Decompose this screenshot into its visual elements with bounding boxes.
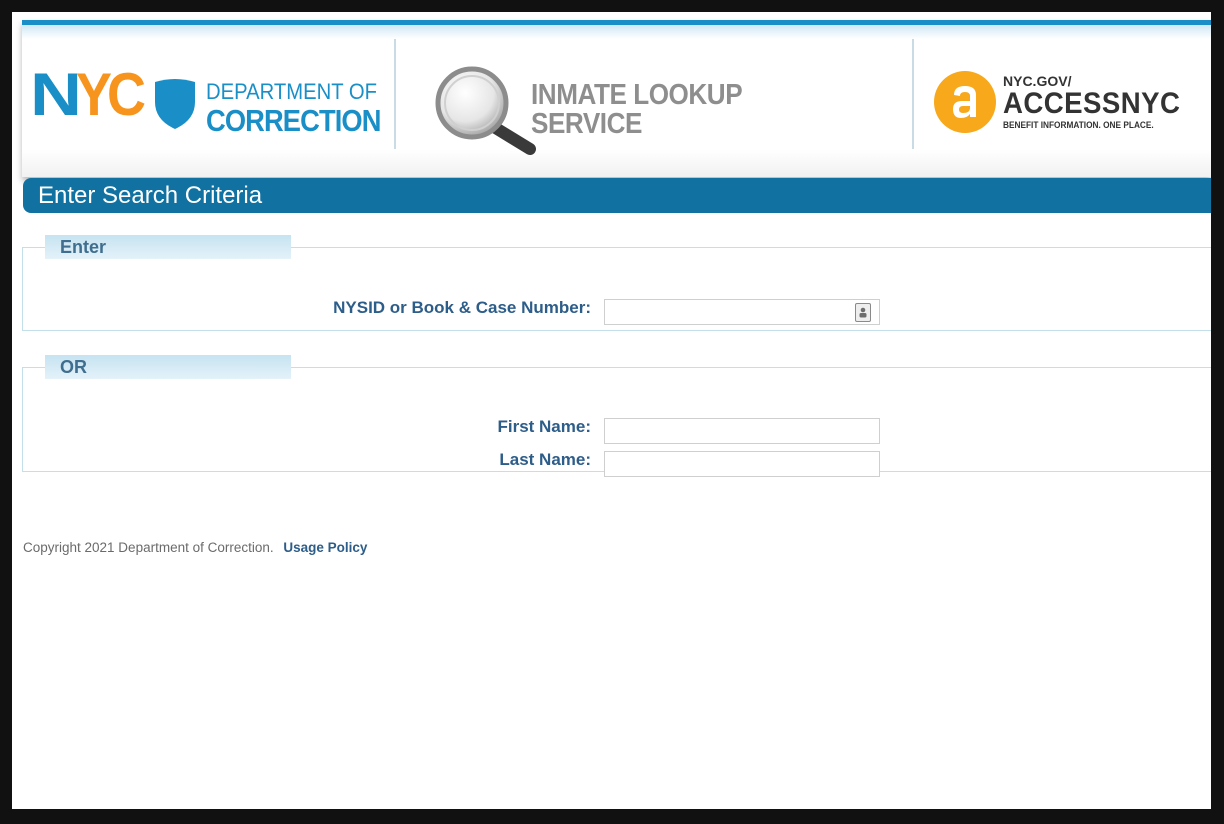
service-line1: INMATE LOOKUP (531, 79, 743, 111)
shield-icon (153, 78, 197, 130)
department-line1: DEPARTMENT OF (206, 79, 377, 104)
nysid-label: NYSID or Book & Case Number: (333, 298, 591, 317)
department-title: DEPARTMENT OF CORRECTION (206, 79, 404, 138)
usage-policy-link[interactable]: Usage Policy (283, 540, 367, 555)
svg-text:N: N (30, 65, 82, 125)
copyright-text: Copyright 2021 Department of Correction. (23, 540, 274, 555)
enter-legend: Enter (45, 235, 291, 259)
access-nyc-icon[interactable] (934, 71, 996, 133)
enter-fieldset: Enter NYSID or Book & Case Number: (22, 235, 1211, 331)
service-line2: SERVICE (531, 108, 642, 140)
access-nyc-line1: NYC.GOV/ (1003, 73, 1072, 89)
last-name-label: Last Name: (499, 450, 591, 469)
access-nyc-line2: ACCESSNYC (1003, 87, 1181, 120)
access-nyc-tagline: BENEFIT INFORMATION. ONE PLACE. (1003, 120, 1154, 130)
browser-page: N Y C DEPARTMENT OF CORRECTION INMATE LO… (12, 12, 1211, 809)
service-title: INMATE LOOKUP SERVICE (531, 81, 766, 139)
site-header: N Y C DEPARTMENT OF CORRECTION INMATE LO… (22, 20, 1211, 177)
first-name-input[interactable] (604, 418, 880, 444)
last-name-input[interactable] (604, 451, 880, 477)
department-line2: CORRECTION (206, 103, 381, 138)
first-name-label: First Name: (497, 417, 591, 436)
magnifier-icon (432, 65, 540, 157)
header-divider (912, 39, 914, 149)
or-legend: OR (45, 355, 291, 379)
nysid-input[interactable] (604, 299, 880, 325)
svg-text:C: C (107, 65, 146, 125)
access-nyc-title[interactable]: NYC.GOV/ ACCESSNYC BENEFIT INFORMATION. … (1003, 74, 1196, 130)
or-fieldset: OR First Name: Last Name: (22, 355, 1211, 477)
search-criteria-heading: Enter Search Criteria (23, 178, 1211, 213)
contact-card-icon[interactable] (855, 303, 871, 322)
header-glow (22, 25, 1211, 39)
header-divider (394, 39, 396, 149)
page-footer: Copyright 2021 Department of Correction.… (23, 540, 367, 555)
nyc-logo[interactable]: N Y C (30, 61, 146, 128)
